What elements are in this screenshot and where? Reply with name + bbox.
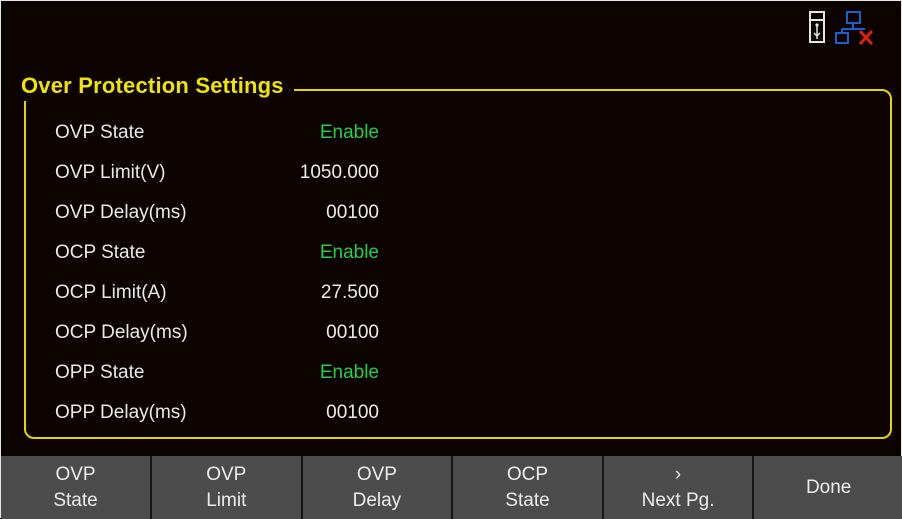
chevron-right-icon: › [674, 463, 682, 485]
setting-row-ovp-limit: OVP Limit(V) 1050.000 [55, 153, 415, 193]
setting-value: 1050.000 [299, 162, 379, 183]
softkey-line2: Limit [206, 489, 247, 511]
softkey-line1: OCP [506, 463, 549, 485]
status-bar [809, 11, 899, 61]
group-title: Over Protection Settings [15, 71, 294, 101]
softkey-bar: OVP State OVP Limit OVP Delay OCP State … [1, 456, 902, 519]
setting-row-ovp-delay: OVP Delay(ms) 00100 [55, 193, 415, 233]
next-page-softkey[interactable]: › Next Pg. [603, 456, 753, 519]
softkey-line1: OVP [356, 463, 397, 485]
setting-label: OPP Delay(ms) [55, 402, 187, 423]
setting-value: 27.500 [320, 282, 379, 303]
setting-value: 00100 [326, 202, 379, 223]
lan-disconnected-icon [835, 11, 874, 45]
done-softkey[interactable]: Done [754, 456, 902, 519]
ovp-limit-softkey[interactable]: OVP Limit [152, 456, 301, 519]
setting-value: 00100 [326, 402, 379, 423]
ovp-delay-softkey[interactable]: OVP Delay [302, 456, 452, 519]
setting-label: OCP Delay(ms) [55, 322, 188, 343]
ocp-state-softkey[interactable]: OCP State [453, 456, 602, 519]
setting-row-ocp-limit: OCP Limit(A) 27.500 [55, 273, 415, 313]
ovp-state-softkey[interactable]: OVP State [1, 456, 150, 519]
setting-row-opp-delay: OPP Delay(ms) 00100 [55, 393, 415, 433]
setting-label: OVP State [55, 122, 145, 143]
setting-value: Enable [319, 122, 379, 143]
softkey-label: Done [805, 477, 852, 498]
instrument-screen: Over Protection Settings OVP State Enabl… [0, 0, 902, 519]
softkey-line2: State [53, 489, 98, 511]
setting-label: OVP Limit(V) [55, 162, 166, 183]
softkey-line2: Delay [352, 489, 402, 511]
setting-row-opp-state: OPP State Enable [55, 353, 415, 393]
setting-value: Enable [319, 242, 379, 263]
setting-row-ocp-delay: OCP Delay(ms) 00100 [55, 313, 415, 353]
setting-label: OCP Limit(A) [55, 282, 167, 303]
softkey-line1: OVP [55, 463, 96, 485]
softkey-line2: State [505, 489, 550, 511]
softkey-line1: OVP [206, 463, 247, 485]
settings-list: OVP State Enable OVP Limit(V) 1050.000 O… [55, 113, 415, 433]
usb-icon [809, 11, 825, 43]
setting-row-ocp-state: OCP State Enable [55, 233, 415, 273]
setting-label: OCP State [55, 242, 146, 263]
setting-label: OPP State [55, 362, 145, 383]
setting-label: OVP Delay(ms) [55, 202, 187, 223]
softkey-line2: Next Pg. [641, 489, 715, 511]
setting-row-ovp-state: OVP State Enable [55, 113, 415, 153]
setting-value: 00100 [326, 322, 379, 343]
setting-value: Enable [319, 362, 379, 383]
